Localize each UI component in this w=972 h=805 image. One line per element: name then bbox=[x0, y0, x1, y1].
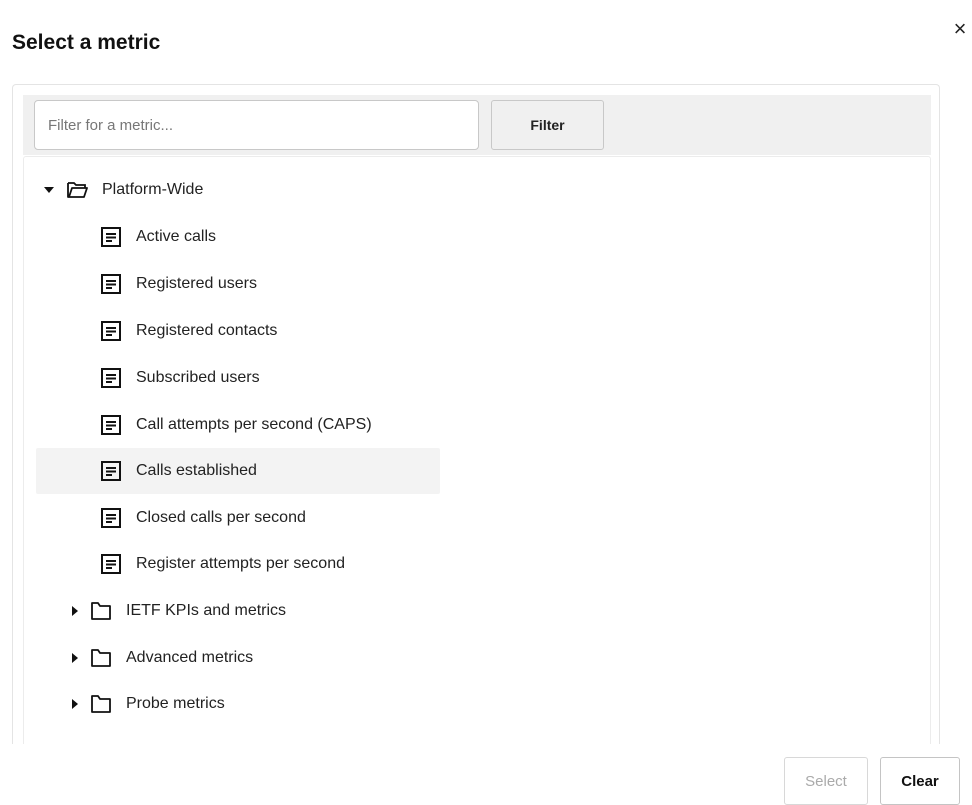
caret-right-icon[interactable] bbox=[72, 699, 78, 709]
tree-metric-closed-calls-per-second[interactable]: Closed calls per second bbox=[100, 495, 306, 541]
tree-folder-advanced-metrics[interactable]: Advanced metrics bbox=[72, 635, 253, 681]
folder-open-icon bbox=[66, 179, 88, 201]
tree-metric-calls-established[interactable]: Calls established bbox=[36, 448, 440, 494]
document-icon bbox=[100, 553, 122, 575]
document-icon bbox=[100, 226, 122, 248]
tree-metric-registered-contacts[interactable]: Registered contacts bbox=[100, 308, 277, 354]
tree-metric-label: Registered contacts bbox=[136, 322, 278, 339]
filter-input[interactable] bbox=[34, 100, 479, 150]
tree-metric-label: Call attempts per second (CAPS) bbox=[136, 416, 372, 433]
metric-tree: Platform-Wide Active calls Registered us… bbox=[23, 156, 931, 744]
document-icon bbox=[100, 273, 122, 295]
folder-icon bbox=[90, 600, 112, 622]
tree-folder-label: IETF KPIs and metrics bbox=[126, 602, 287, 619]
tree-folder-label: Probe metrics bbox=[126, 695, 225, 712]
tree-folder-label: Platform-Wide bbox=[102, 181, 204, 198]
caret-down-icon[interactable] bbox=[44, 187, 54, 193]
tree-metric-label: Active calls bbox=[136, 228, 217, 245]
tree-metric-label: Register attempts per second bbox=[136, 555, 345, 572]
tree-metric-call-attempts-per-second[interactable]: Call attempts per second (CAPS) bbox=[100, 402, 372, 448]
document-icon bbox=[100, 507, 122, 529]
caret-right-icon[interactable] bbox=[72, 606, 78, 616]
tree-folder-ietf-kpis[interactable]: IETF KPIs and metrics bbox=[72, 588, 286, 634]
dialog-title: Select a metric bbox=[12, 31, 161, 54]
tree-folder-platform-wide[interactable]: Platform-Wide bbox=[44, 167, 203, 213]
document-icon bbox=[100, 414, 122, 436]
document-icon bbox=[100, 320, 122, 342]
tree-metric-label: Closed calls per second bbox=[136, 509, 306, 526]
tree-folder-label: Advanced metrics bbox=[126, 649, 254, 666]
metric-picker-panel: Filter Platform-Wide Active calls Regist… bbox=[12, 84, 940, 744]
tree-metric-registered-users[interactable]: Registered users bbox=[100, 261, 257, 307]
folder-icon bbox=[90, 693, 112, 715]
caret-right-icon[interactable] bbox=[72, 653, 78, 663]
filter-bar: Filter bbox=[23, 95, 931, 155]
clear-button[interactable]: Clear bbox=[880, 757, 960, 805]
filter-button[interactable]: Filter bbox=[491, 100, 604, 150]
tree-metric-label: Calls established bbox=[136, 462, 257, 479]
close-icon[interactable]: × bbox=[949, 18, 971, 40]
tree-metric-register-attempts-per-second[interactable]: Register attempts per second bbox=[100, 541, 345, 587]
document-icon bbox=[100, 367, 122, 389]
folder-icon bbox=[90, 647, 112, 669]
tree-metric-subscribed-users[interactable]: Subscribed users bbox=[100, 355, 260, 401]
tree-metric-label: Subscribed users bbox=[136, 369, 260, 386]
select-button[interactable]: Select bbox=[784, 757, 868, 805]
tree-folder-probe-metrics[interactable]: Probe metrics bbox=[72, 681, 225, 727]
document-icon bbox=[100, 460, 122, 482]
tree-metric-active-calls[interactable]: Active calls bbox=[100, 214, 216, 260]
tree-metric-label: Registered users bbox=[136, 275, 257, 292]
